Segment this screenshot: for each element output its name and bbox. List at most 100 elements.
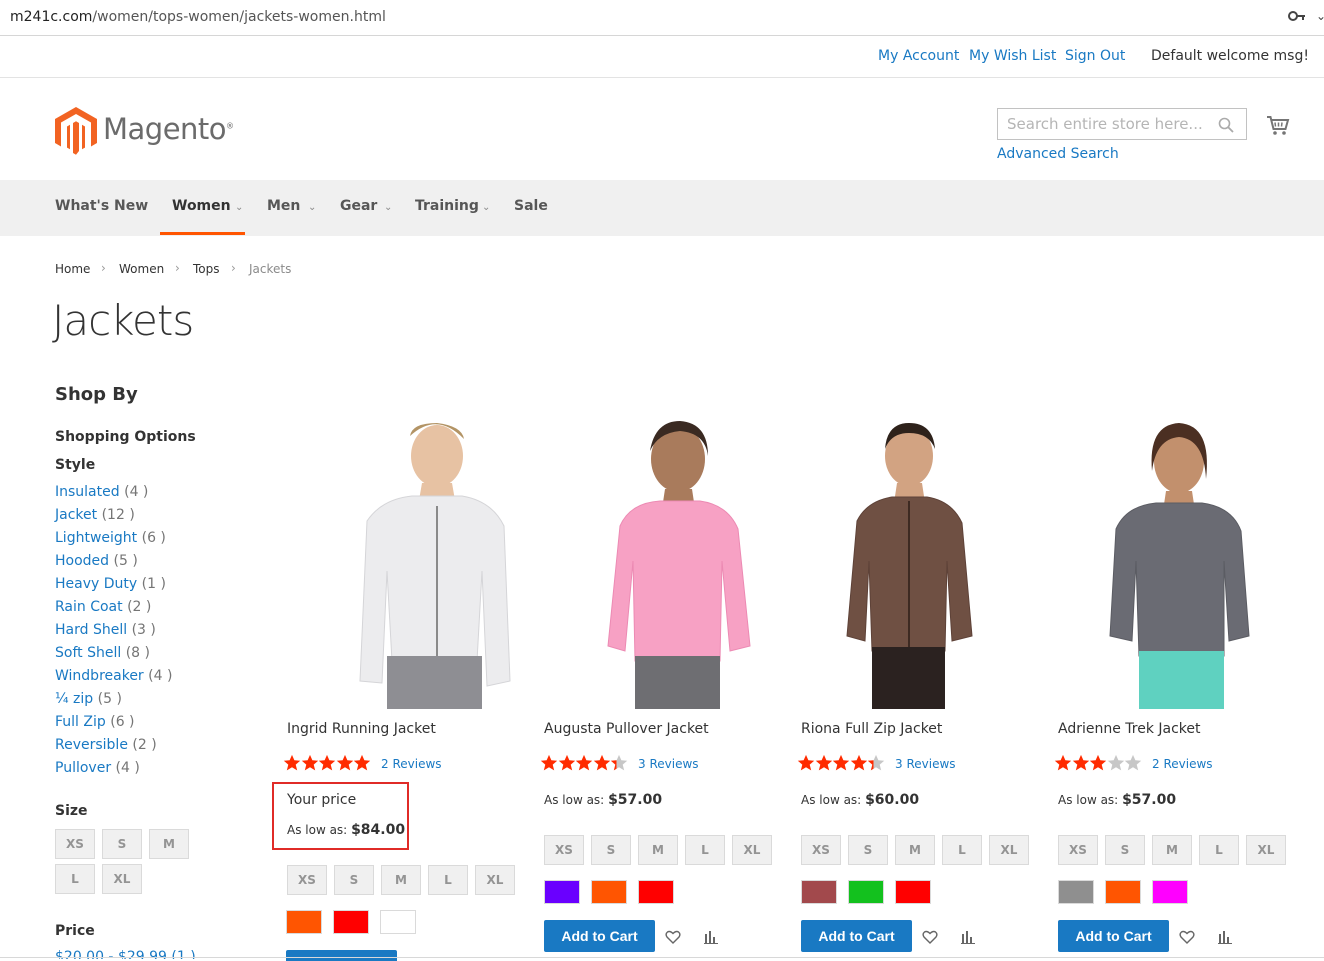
size-option[interactable]: M xyxy=(1152,835,1192,865)
add-to-cart-button[interactable]: Add to Cart xyxy=(544,920,655,952)
filter-style-item[interactable]: Hard Shell (3 ) xyxy=(55,622,156,638)
filter-style-item[interactable]: Heavy Duty (1 ) xyxy=(55,576,166,592)
color-swatch[interactable] xyxy=(895,880,931,904)
reviews-link[interactable]: 3 Reviews xyxy=(895,757,956,771)
product-image[interactable] xyxy=(272,411,512,709)
color-swatch[interactable] xyxy=(286,910,322,934)
product-image[interactable] xyxy=(787,411,1027,709)
size-option[interactable]: L xyxy=(685,835,725,865)
filter-price-title[interactable]: Price xyxy=(55,923,95,939)
color-swatch[interactable] xyxy=(1058,880,1094,904)
search-input[interactable] xyxy=(998,109,1213,139)
heart-icon[interactable] xyxy=(665,929,681,945)
star-icon xyxy=(867,754,885,771)
product-name-link[interactable]: Riona Full Zip Jacket xyxy=(801,721,942,737)
compare-icon[interactable] xyxy=(1217,929,1233,945)
menu-chevron-icon[interactable]: ⌄ xyxy=(1316,9,1324,23)
compare-icon[interactable] xyxy=(960,929,976,945)
color-swatch[interactable] xyxy=(544,880,580,904)
size-option[interactable]: M xyxy=(638,835,678,865)
nav-women[interactable]: Women xyxy=(172,198,231,214)
url-text[interactable]: m241c.com/women/tops-women/jackets-women… xyxy=(10,9,386,25)
filter-style-item[interactable]: Windbreaker (4 ) xyxy=(55,668,172,684)
product-name-link[interactable]: Augusta Pullover Jacket xyxy=(544,721,709,737)
filter-style-item[interactable]: Hooded (5 ) xyxy=(55,553,138,569)
size-option[interactable]: XS xyxy=(801,835,841,865)
size-option[interactable]: S xyxy=(591,835,631,865)
color-swatch[interactable] xyxy=(380,910,416,934)
product-image[interactable] xyxy=(530,411,770,709)
filter-style-item[interactable]: Insulated (4 ) xyxy=(55,484,148,500)
size-option[interactable]: XS xyxy=(544,835,584,865)
reviews-link[interactable]: 2 Reviews xyxy=(381,757,442,771)
size-option[interactable]: S xyxy=(848,835,888,865)
advanced-search-link[interactable]: Advanced Search xyxy=(997,146,1119,162)
my-account-link[interactable]: My Account xyxy=(878,48,959,64)
size-swatch-xs[interactable]: XS xyxy=(55,829,95,859)
nav-sale[interactable]: Sale xyxy=(514,198,548,214)
filter-style-item[interactable]: Pullover (4 ) xyxy=(55,760,140,776)
size-option[interactable]: L xyxy=(428,865,468,895)
key-icon[interactable] xyxy=(1288,8,1306,24)
filter-size-title[interactable]: Size xyxy=(55,803,88,819)
nav-training[interactable]: Training xyxy=(415,198,479,214)
filter-count: (2 ) xyxy=(132,737,157,753)
color-swatch[interactable] xyxy=(638,880,674,904)
size-option[interactable]: XL xyxy=(989,835,1029,865)
breadcrumb-home[interactable]: Home xyxy=(55,262,90,276)
nav-whats-new[interactable]: What's New xyxy=(55,198,148,214)
size-option[interactable]: XS xyxy=(1058,835,1098,865)
product-image[interactable] xyxy=(1044,411,1284,709)
size-option[interactable]: L xyxy=(1199,835,1239,865)
nav-gear[interactable]: Gear xyxy=(340,198,377,214)
size-option[interactable]: S xyxy=(1105,835,1145,865)
size-option[interactable]: XL xyxy=(475,865,515,895)
filter-style-item[interactable]: ¼ zip (5 ) xyxy=(55,691,122,707)
size-option[interactable]: M xyxy=(895,835,935,865)
product-name-link[interactable]: Ingrid Running Jacket xyxy=(287,721,436,737)
my-wish-list-link[interactable]: My Wish List xyxy=(969,48,1056,64)
filter-style-item[interactable]: Reversible (2 ) xyxy=(55,737,157,753)
welcome-message: Default welcome msg! xyxy=(1151,48,1309,64)
nav-men[interactable]: Men xyxy=(267,198,300,214)
add-to-cart-button[interactable]: Add to Cart xyxy=(1058,920,1169,952)
heart-icon[interactable] xyxy=(922,929,938,945)
filter-style-item[interactable]: Full Zip (6 ) xyxy=(55,714,135,730)
heart-icon[interactable] xyxy=(1179,929,1195,945)
breadcrumb-women[interactable]: Women xyxy=(119,262,164,276)
breadcrumb-tops[interactable]: Tops xyxy=(193,262,220,276)
size-option[interactable]: XL xyxy=(1246,835,1286,865)
add-to-cart-button[interactable]: Add to Cart xyxy=(801,920,912,952)
size-option[interactable]: M xyxy=(381,865,421,895)
filter-style-item[interactable]: Rain Coat (2 ) xyxy=(55,599,151,615)
color-swatch[interactable] xyxy=(1152,880,1188,904)
address-bar[interactable]: m241c.com/women/tops-women/jackets-women… xyxy=(0,0,1324,36)
sign-out-link[interactable]: Sign Out xyxy=(1065,48,1125,64)
filter-style-item[interactable]: Soft Shell (8 ) xyxy=(55,645,150,661)
add-to-cart-button[interactable] xyxy=(286,950,397,961)
color-swatch[interactable] xyxy=(801,880,837,904)
size-option[interactable]: XL xyxy=(732,835,772,865)
size-option[interactable]: S xyxy=(334,865,374,895)
size-swatch-m[interactable]: M xyxy=(149,829,189,859)
size-swatch-l[interactable]: L xyxy=(55,864,95,894)
reviews-link[interactable]: 2 Reviews xyxy=(1152,757,1213,771)
filter-style-item[interactable]: Jacket (12 ) xyxy=(55,507,135,523)
size-option[interactable]: XS xyxy=(287,865,327,895)
search-icon[interactable] xyxy=(1218,117,1234,133)
product-name-link[interactable]: Adrienne Trek Jacket xyxy=(1058,721,1201,737)
color-swatch[interactable] xyxy=(591,880,627,904)
price: As low as: $84.00 xyxy=(287,822,405,838)
filter-style-title[interactable]: Style xyxy=(55,457,95,473)
product-photo-pink-pullover xyxy=(530,411,770,709)
cart-icon[interactable] xyxy=(1266,113,1290,137)
size-swatch-xl[interactable]: XL xyxy=(102,864,142,894)
color-swatch[interactable] xyxy=(1105,880,1141,904)
compare-icon[interactable] xyxy=(703,929,719,945)
reviews-link[interactable]: 3 Reviews xyxy=(638,757,699,771)
size-option[interactable]: L xyxy=(942,835,982,865)
color-swatch[interactable] xyxy=(848,880,884,904)
filter-style-item[interactable]: Lightweight (6 ) xyxy=(55,530,166,546)
color-swatch[interactable] xyxy=(333,910,369,934)
size-swatch-s[interactable]: S xyxy=(102,829,142,859)
